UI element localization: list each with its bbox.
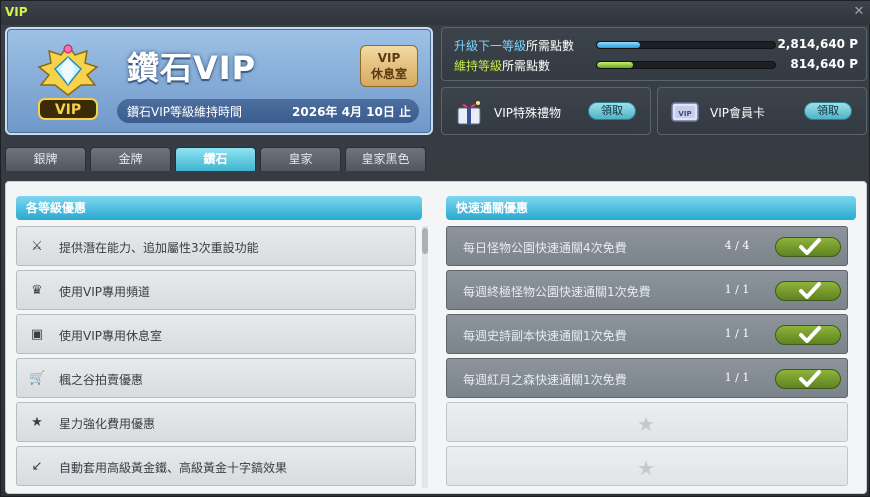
upgrade-progress-bar (596, 41, 776, 49)
badge-text: VIP (55, 102, 81, 118)
tab-diamond[interactable]: 鑽石 (175, 147, 256, 171)
quick-pass-text: 每週紅月之森快速通關1次免費 (463, 373, 627, 387)
list-item: ♛ 使用VIP專用頻道 (16, 270, 416, 310)
maintain-progress-bar (596, 61, 776, 69)
vip-gift-label: VIP特殊禮物 (494, 106, 561, 120)
close-icon[interactable]: ✕ (851, 4, 867, 20)
benefit-text: 使用VIP專用頻道 (59, 285, 150, 299)
completed-check-button[interactable] (775, 325, 841, 345)
completed-check-button[interactable] (775, 237, 841, 257)
quick-pass-count: 1 / 1 (724, 283, 750, 296)
benefit-text: 楓之谷拍賣優惠 (59, 373, 144, 387)
tab-royal-black[interactable]: 皇家黑色 (345, 147, 426, 171)
maintain-date: 2026年 4月 10日 止 (292, 105, 411, 119)
maintain-points-row: 維持等級所需點數 814,640 P (454, 56, 858, 74)
quick-pass-header: 快速通關優惠 (446, 196, 856, 220)
star-icon: ★ (31, 415, 43, 430)
hammer-icon: ↙ (31, 459, 43, 474)
quick-pass-row: 每日怪物公園快速通關4次免費 4 / 4 (446, 226, 848, 266)
quick-pass-count: 1 / 1 (724, 371, 750, 384)
check-icon (799, 370, 821, 387)
star-icon: ★ (637, 412, 655, 436)
maintain-points-label: 維持等級所需點數 (454, 59, 551, 73)
claim-gift-button[interactable]: 領取 (588, 102, 636, 120)
tab-silver[interactable]: 銀牌 (5, 147, 86, 171)
benefits-scrollbar[interactable] (422, 226, 428, 488)
cart-icon: 🛒 (29, 371, 46, 386)
list-item: ⚔ 提供潛在能力、追加屬性3次重設功能 (16, 226, 416, 266)
empty-slot: ★ (446, 402, 848, 442)
window-title: VIP (5, 5, 28, 19)
vip-gift-panel: VIP特殊禮物 領取 (441, 87, 651, 135)
tier-title: 鑽石VIP (127, 49, 257, 87)
tab-royal[interactable]: 皇家 (260, 147, 341, 171)
benefit-text: 星力強化費用優惠 (59, 417, 156, 431)
quick-pass-count: 1 / 1 (724, 327, 750, 340)
quick-pass-count: 4 / 4 (724, 239, 750, 252)
vip-window: VIP ✕ VIP 鑽石VIP VIP 休息室 鑽石VIP等級維持時間 2026… (0, 0, 870, 497)
vip-card-label: VIP會員卡 (710, 106, 765, 120)
quick-pass-row: 每週紅月之森快速通關1次免費 1 / 1 (446, 358, 848, 398)
list-item: ★ 星力強化費用優惠 (16, 402, 416, 442)
vip-tier-banner: VIP 鑽石VIP VIP 休息室 鑽石VIP等級維持時間 2026年 4月 1… (5, 27, 433, 135)
check-icon (799, 326, 821, 343)
benefit-text: 自動套用高級黃金鐵、高級黃金十字鎬效果 (59, 461, 288, 475)
lounge-icon: ▣ (30, 327, 44, 342)
maintain-points-value: 814,640 P (790, 57, 858, 71)
check-icon (799, 238, 821, 255)
maintain-label: 鑽石VIP等級維持時間 (127, 105, 242, 119)
lounge-button-line1: VIP (377, 51, 401, 65)
vip-card-panel: VIP VIP會員卡 領取 (657, 87, 867, 135)
quick-pass-row: 每週終極怪物公園快速通關1次免費 1 / 1 (446, 270, 848, 310)
star-icon: ★ (637, 456, 655, 480)
completed-check-button[interactable] (775, 369, 841, 389)
title-bar: VIP ✕ (1, 1, 870, 25)
maintain-progress-fill (597, 62, 633, 68)
upgrade-progress-fill (597, 42, 640, 48)
empty-slot: ★ (446, 446, 848, 486)
quick-pass-text: 每週終極怪物公園快速通關1次免費 (463, 285, 651, 299)
benefits-content: 各等級優惠 快速通關優惠 ⚔ 提供潛在能力、追加屬性3次重設功能 ♛ 使用VIP… (5, 181, 867, 494)
list-item: 🛒 楓之谷拍賣優惠 (16, 358, 416, 398)
benefits-scroll-thumb[interactable] (422, 228, 428, 254)
vip-card-icon: VIP (671, 102, 699, 122)
tier-maintain-bar: 鑽石VIP等級維持時間 2026年 4月 10日 止 (117, 99, 419, 123)
points-panel: 升級下一等級所需點數 2,814,640 P 維持等級所需點數 814,640 … (441, 27, 867, 81)
tab-gold[interactable]: 金牌 (90, 147, 171, 171)
quick-pass-row: 每週史詩副本快速通關1次免費 1 / 1 (446, 314, 848, 354)
claim-card-button[interactable]: 領取 (804, 102, 852, 120)
diamond-vip-badge-icon: VIP (37, 43, 99, 120)
vip-card-text: VIP (678, 110, 691, 118)
list-item: ↙ 自動套用高級黃金鐵、高級黃金十字鎬效果 (16, 446, 416, 486)
check-icon (799, 282, 821, 299)
completed-check-button[interactable] (775, 281, 841, 301)
tier-benefits-header: 各等級優惠 (16, 196, 422, 220)
crown-icon: ♛ (31, 283, 43, 298)
gift-icon (457, 101, 481, 125)
potential-icon: ⚔ (31, 239, 43, 254)
list-item: ▣ 使用VIP專用休息室 (16, 314, 416, 354)
vip-lounge-button[interactable]: VIP 休息室 (360, 45, 418, 87)
upgrade-points-label: 升級下一等級所需點數 (454, 39, 575, 53)
benefit-text: 使用VIP專用休息室 (59, 329, 162, 343)
upgrade-points-value: 2,814,640 P (777, 37, 858, 51)
upgrade-points-row: 升級下一等級所需點數 2,814,640 P (454, 36, 858, 54)
lounge-button-line2: 休息室 (370, 67, 407, 81)
benefit-text: 提供潛在能力、追加屬性3次重設功能 (59, 241, 259, 255)
quick-pass-text: 每日怪物公園快速通關4次免費 (463, 241, 627, 255)
quick-pass-text: 每週史詩副本快速通關1次免費 (463, 329, 627, 343)
